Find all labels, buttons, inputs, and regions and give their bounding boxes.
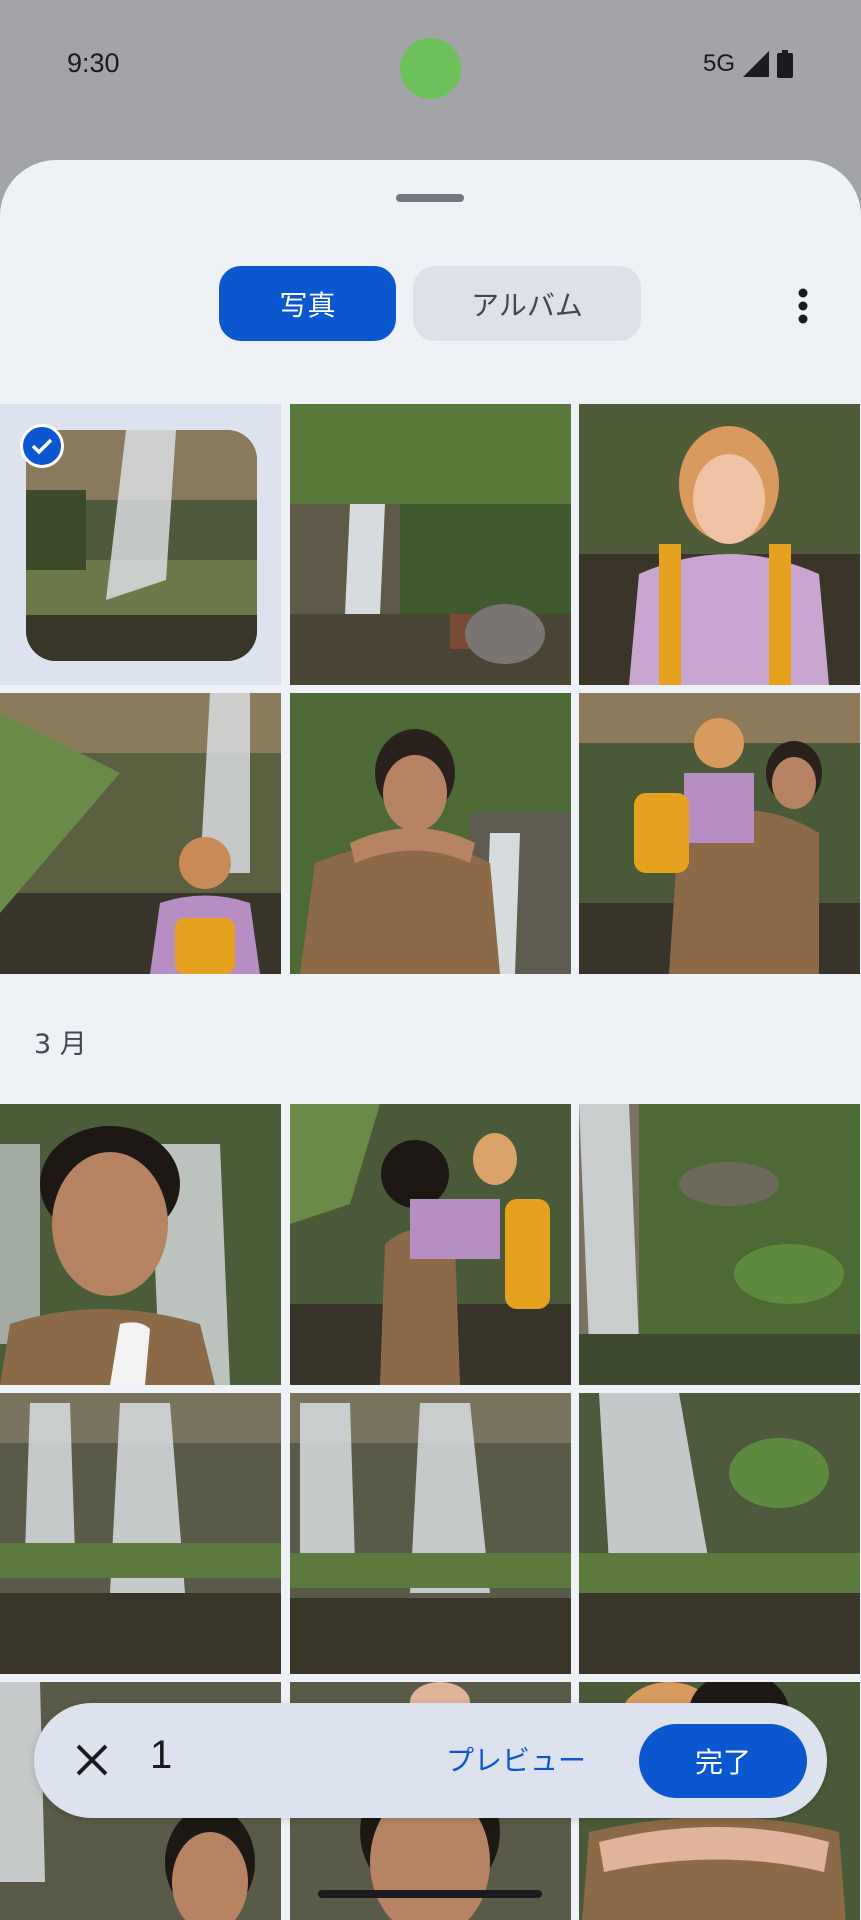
- signal-icon: [743, 51, 769, 77]
- photo-tile-selected[interactable]: [0, 404, 281, 685]
- piggyback-side-photo: [290, 1104, 571, 1385]
- photo-tile[interactable]: [290, 693, 571, 974]
- camera-indicator: [400, 38, 461, 99]
- waterfall-pool-photo: [579, 1393, 860, 1674]
- man-selfie-photo: [0, 1104, 281, 1385]
- woman-back-photo: [0, 693, 281, 974]
- photo-tile[interactable]: [579, 404, 860, 685]
- more-vert-icon: [798, 288, 808, 324]
- selection-count: 1: [150, 1733, 173, 1777]
- close-icon: [76, 1744, 108, 1776]
- waterfall-rocks-2-photo: [290, 1393, 571, 1674]
- woman-smiling-photo: [579, 404, 860, 685]
- drag-handle[interactable]: [396, 194, 464, 202]
- network-label: 5G: [702, 50, 735, 77]
- photo-tile[interactable]: [0, 1104, 281, 1385]
- photo-picker-sheet: 写真 アルバム 3 月: [0, 160, 861, 1920]
- recent-photos-grid: [0, 404, 861, 974]
- battery-icon: [777, 50, 793, 78]
- photo-tile[interactable]: [290, 1104, 571, 1385]
- tab-albums[interactable]: アルバム: [413, 266, 641, 341]
- waterfall-ferns-photo: [579, 1104, 860, 1385]
- month-header: 3 月: [34, 1029, 87, 1060]
- photo-tile[interactable]: [579, 1104, 860, 1385]
- more-options-button[interactable]: [783, 276, 823, 336]
- preview-button[interactable]: プレビュー: [446, 1739, 586, 1779]
- home-indicator[interactable]: [318, 1890, 542, 1898]
- waterfall-photo: [26, 430, 257, 661]
- tab-photos[interactable]: 写真: [219, 266, 396, 341]
- status-bar: 9:30 5G: [0, 0, 861, 135]
- status-icons: 5G: [703, 50, 793, 78]
- piggyback-photo: [579, 693, 860, 974]
- man-hug-photo: [290, 693, 571, 974]
- photo-tile[interactable]: [579, 1393, 860, 1674]
- photo-tile[interactable]: [290, 404, 571, 685]
- selection-bar: 1 プレビュー 完了: [34, 1703, 827, 1818]
- status-time: 9:30: [67, 48, 120, 78]
- selected-check-icon: [20, 424, 64, 468]
- photo-tile[interactable]: [0, 1393, 281, 1674]
- photo-tile[interactable]: [0, 693, 281, 974]
- done-button[interactable]: 完了: [639, 1724, 807, 1798]
- waterfall-rocks-photo: [0, 1393, 281, 1674]
- garden-waterfall-photo: [290, 404, 571, 685]
- clear-selection-button[interactable]: [70, 1738, 114, 1782]
- photo-tile[interactable]: [579, 693, 860, 974]
- photo-tile[interactable]: [290, 1393, 571, 1674]
